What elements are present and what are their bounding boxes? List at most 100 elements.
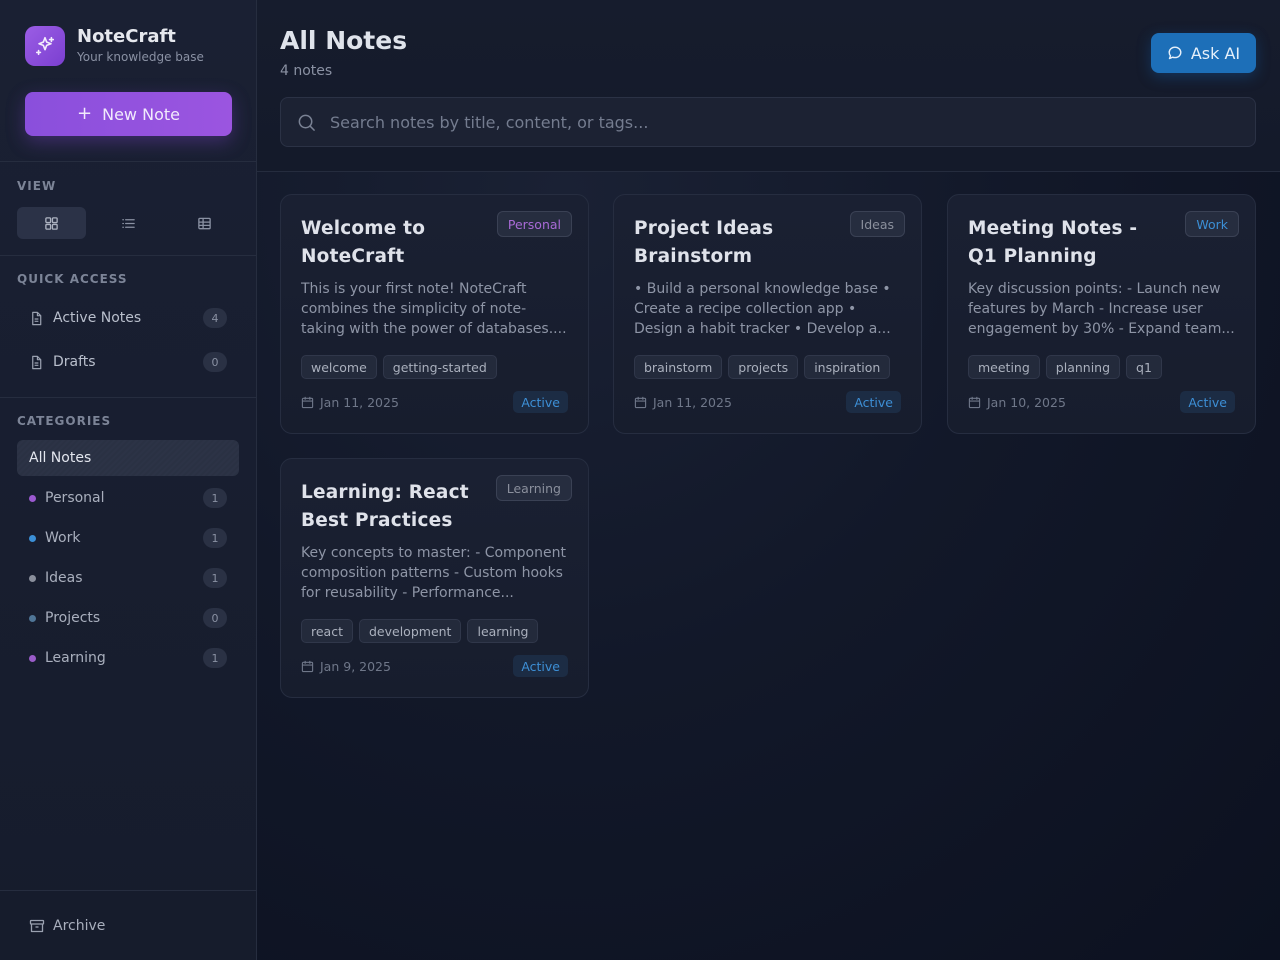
categories-section: CATEGORIES All Notes Personal 1 Work 1 I…: [0, 398, 256, 678]
tag-list: react development learning: [301, 619, 568, 643]
note-card[interactable]: Meeting Notes - Q1 Planning Work Key dis…: [947, 194, 1256, 434]
category-work[interactable]: Work 1: [17, 518, 239, 558]
count-badge: 1: [203, 528, 227, 548]
note-excerpt: • Build a personal knowledge base • Crea…: [634, 281, 891, 337]
note-excerpt: Key concepts to master: - Component comp…: [301, 545, 566, 601]
count-badge: 4: [203, 308, 227, 328]
table-view-button[interactable]: [170, 207, 239, 239]
category-dot: [29, 494, 36, 502]
card-footer: Jan 10, 2025 Active: [968, 391, 1235, 413]
category-badge: Learning: [495, 475, 572, 501]
main-content: All Notes 4 notes Ask AI Welcome t: [257, 0, 1280, 960]
count-badge: 0: [203, 608, 227, 628]
category-dot: [29, 614, 36, 622]
note-card[interactable]: Project Ideas Brainstorm Ideas • Build a…: [613, 194, 922, 434]
document-icon: [29, 310, 45, 326]
status-badge: Active: [1180, 391, 1235, 413]
table-icon: [198, 217, 211, 229]
sparkles-icon: [25, 26, 65, 66]
app-root: NoteCraft Your knowledge base + New Note…: [0, 0, 1280, 960]
page-title: All Notes: [280, 26, 408, 55]
note-title: Meeting Notes - Q1 Planning: [968, 218, 1138, 267]
date-text: Jan 10, 2025: [987, 394, 1066, 410]
note-card[interactable]: Learning: React Best Practices Learning …: [280, 458, 589, 698]
archive-label: Archive: [53, 917, 106, 934]
tag[interactable]: meeting: [968, 355, 1040, 379]
date-text: Jan 11, 2025: [653, 394, 732, 410]
tag[interactable]: react: [301, 619, 353, 643]
category-label: Learning: [45, 650, 106, 666]
card-footer: Jan 11, 2025 Active: [301, 391, 568, 413]
quick-access-section: QUICK ACCESS Active Notes 4 Drafts 0: [0, 256, 256, 397]
calendar-icon: [301, 660, 314, 672]
category-label: Personal: [45, 490, 105, 506]
category-badge: Ideas: [849, 211, 905, 237]
tag[interactable]: brainstorm: [634, 355, 723, 379]
ask-ai-button[interactable]: Ask AI: [1151, 33, 1256, 73]
page-header: All Notes 4 notes Ask AI: [257, 0, 1280, 172]
calendar-icon: [301, 396, 314, 408]
category-label: Work: [45, 530, 81, 546]
card-footer: Jan 9, 2025 Active: [301, 655, 568, 677]
note-date: Jan 11, 2025: [634, 395, 732, 410]
note-title: Welcome to NoteCraft: [301, 218, 426, 267]
category-personal[interactable]: Personal 1: [17, 478, 239, 518]
chat-bubble-icon: [1168, 46, 1182, 60]
count-badge: 1: [203, 568, 227, 588]
document-icon: [29, 354, 45, 370]
view-title: VIEW: [17, 179, 57, 193]
new-note-label: New Note: [102, 104, 180, 124]
note-card[interactable]: Welcome to NoteCraft Personal This is yo…: [280, 194, 589, 434]
plus-icon: +: [77, 103, 93, 124]
note-excerpt: This is your first note! NoteCraft combi…: [301, 281, 567, 337]
status-badge: Active: [513, 391, 568, 413]
tag[interactable]: development: [359, 619, 462, 643]
note-count: 4 notes: [280, 63, 333, 79]
category-ideas[interactable]: Ideas 1: [17, 558, 239, 598]
note-date: Jan 10, 2025: [968, 395, 1066, 410]
status-badge: Active: [513, 655, 568, 677]
calendar-icon: [634, 396, 647, 408]
tag[interactable]: planning: [1045, 355, 1121, 379]
category-dot: [29, 654, 36, 662]
search-bar: [280, 97, 1256, 147]
search-input[interactable]: [330, 112, 1255, 132]
grid-icon: [45, 216, 58, 230]
tag[interactable]: learning: [467, 619, 539, 643]
tag-list: brainstorm projects inspiration: [634, 355, 901, 379]
count-badge: 1: [203, 648, 227, 668]
new-note-button[interactable]: + New Note: [25, 92, 232, 136]
category-learning[interactable]: Learning 1: [17, 638, 239, 678]
list-view-button[interactable]: [94, 207, 163, 239]
quick-access-active-notes[interactable]: Active Notes 4: [17, 298, 239, 338]
grid-view-button[interactable]: [17, 207, 86, 239]
category-label: Projects: [45, 610, 101, 626]
quick-access-drafts[interactable]: Drafts 0: [17, 342, 239, 382]
category-dot: [29, 574, 36, 582]
card-footer: Jan 11, 2025 Active: [634, 391, 901, 413]
archive-icon: [29, 918, 45, 934]
status-badge: Active: [846, 391, 901, 413]
category-dot: [29, 534, 36, 542]
app-subtitle: Your knowledge base: [77, 50, 204, 64]
category-projects[interactable]: Projects 0: [17, 598, 239, 638]
app-name: NoteCraft: [77, 26, 176, 47]
note-excerpt: Key discussion points: - Launch new feat…: [968, 281, 1235, 337]
archive-link[interactable]: Archive: [0, 890, 256, 960]
tag[interactable]: projects: [728, 355, 799, 379]
view-section: VIEW: [0, 162, 256, 255]
count-badge: 0: [203, 352, 227, 372]
nav-label: Drafts: [53, 354, 96, 370]
tag[interactable]: inspiration: [804, 355, 891, 379]
tag[interactable]: welcome: [301, 355, 377, 379]
category-badge: Work: [1185, 211, 1239, 237]
category-all-notes[interactable]: All Notes: [17, 440, 239, 476]
count-badge: 1: [203, 488, 227, 508]
category-badge: Personal: [496, 211, 572, 237]
tag-list: meeting planning q1: [968, 355, 1235, 379]
view-toggle: [17, 207, 239, 239]
tag[interactable]: q1: [1126, 355, 1162, 379]
ask-ai-label: Ask AI: [1190, 43, 1241, 63]
note-title: Project Ideas Brainstorm: [634, 218, 774, 267]
tag[interactable]: getting-started: [382, 355, 497, 379]
